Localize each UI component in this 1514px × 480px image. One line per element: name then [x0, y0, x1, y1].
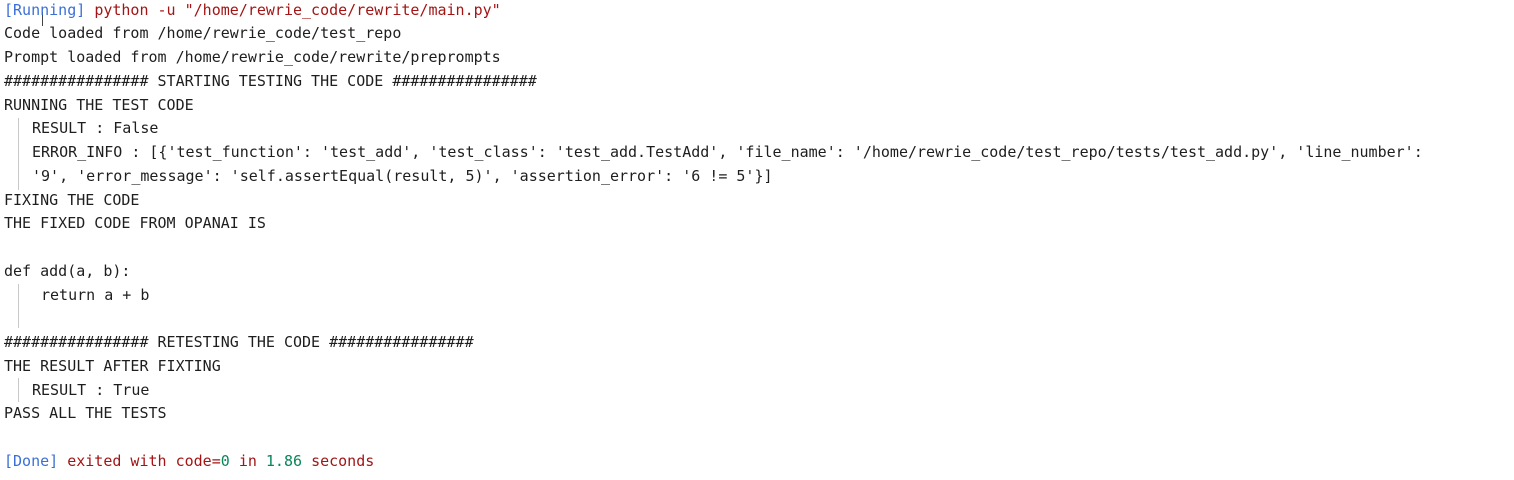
done-tag: [Done] [4, 452, 59, 470]
seconds-label: seconds [311, 452, 375, 470]
return-line: return a + b [41, 286, 150, 304]
run-command: python -u "/home/rewrie_code/rewrite/mai… [94, 1, 501, 19]
seconds-value: 1.86 [265, 452, 303, 470]
fixed-from-line: THE FIXED CODE FROM OPANAI IS [4, 214, 266, 232]
result-false-line: RESULT : False [32, 119, 159, 137]
pass-all-line: PASS ALL THE TESTS [4, 404, 167, 422]
result-after-line: THE RESULT AFTER FIXTING [4, 357, 221, 375]
done-line: [Done] exited with code=0 in 1.86 second… [4, 449, 374, 473]
exited-with-text: exited with [67, 452, 167, 470]
indent-guide [18, 284, 19, 328]
retest-banner: ################ RETESTING THE CODE ####… [4, 333, 474, 351]
running-tag: [Running] [4, 1, 86, 19]
exit-code-value: 0 [220, 452, 230, 470]
prompt-loaded-line: Prompt loaded from /home/rewrie_code/rew… [4, 48, 501, 66]
error-info-line-1: ERROR_INFO : [{'test_function': 'test_ad… [32, 143, 1423, 161]
error-info-line-2: '9', 'error_message': 'self.assertEqual(… [32, 167, 773, 185]
result-true-line: RESULT : True [32, 381, 150, 399]
output-panel: [Running] python -u "/home/rewrie_code/r… [0, 0, 1514, 480]
def-line: def add(a, b): [4, 262, 131, 280]
start-banner: ################ STARTING TESTING THE CO… [4, 72, 537, 90]
running-test-line: RUNNING THE TEST CODE [4, 96, 194, 114]
fixing-line: FIXING THE CODE [4, 191, 140, 209]
running-line: [Running] python -u "/home/rewrie_code/r… [4, 0, 501, 22]
in-label: in [238, 452, 257, 470]
code-loaded-line: Code loaded from /home/rewrie_code/test_… [4, 24, 402, 42]
code-label: code= [175, 452, 221, 470]
indent-guide [18, 118, 19, 190]
indent-guide [18, 378, 19, 402]
